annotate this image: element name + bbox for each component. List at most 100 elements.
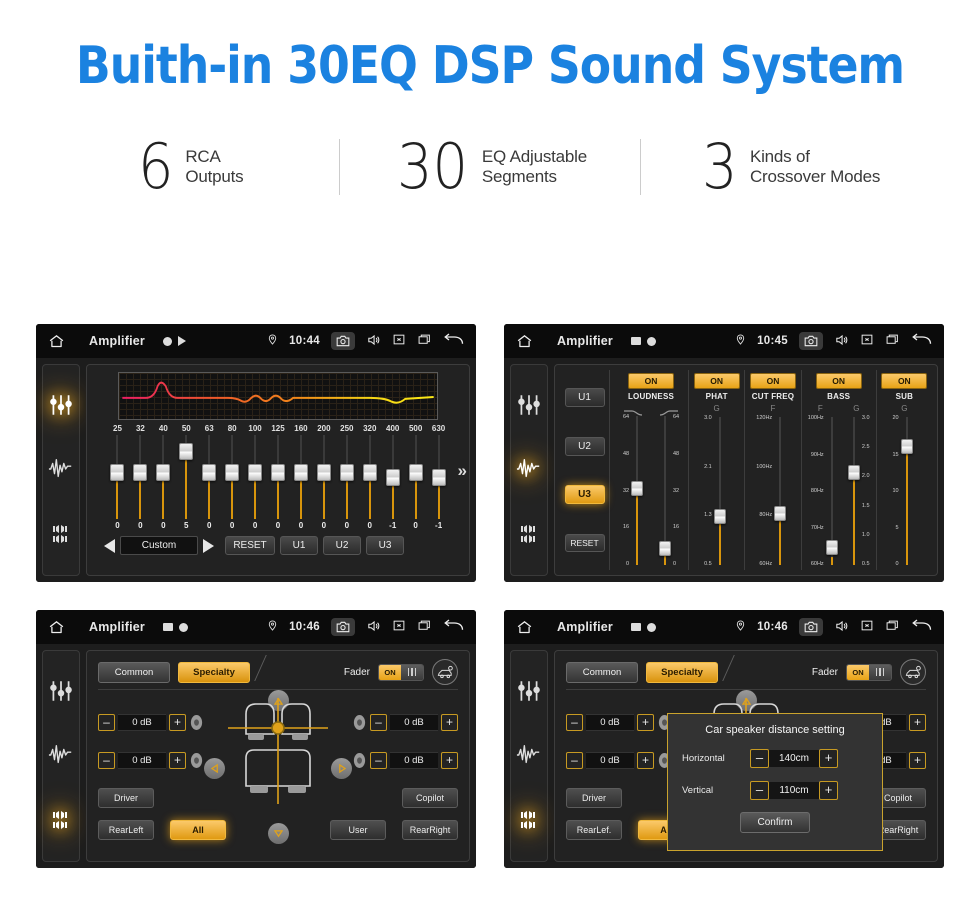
minus-button[interactable]: – — [370, 752, 387, 769]
seat-all-button[interactable]: All — [170, 820, 226, 840]
seat-driver-button[interactable]: Driver — [566, 788, 622, 808]
seat-driver-button[interactable]: Driver — [98, 788, 154, 808]
minus-button[interactable]: – — [566, 714, 583, 731]
fader-toggle[interactable]: ON — [846, 663, 892, 681]
camera-icon[interactable] — [331, 618, 355, 636]
recents-icon[interactable] — [417, 619, 432, 635]
confirm-button[interactable]: Confirm — [740, 812, 810, 833]
back-arrow-icon[interactable] — [443, 332, 464, 350]
seat-copilot-button[interactable]: Copilot — [402, 788, 458, 808]
plus-button[interactable]: + — [637, 752, 654, 769]
home-icon[interactable] — [48, 619, 65, 636]
preset-u1-button[interactable]: U1 — [564, 387, 605, 407]
eq-band[interactable]: 0 — [267, 435, 290, 531]
plus-button[interactable]: + — [441, 714, 458, 731]
car-settings-icon[interactable] — [900, 659, 926, 685]
equalizer-sliders-icon[interactable] — [48, 678, 74, 704]
back-arrow-icon[interactable] — [911, 332, 932, 350]
loudness-slider-high[interactable]: 64 48 32 16 0 — [658, 414, 679, 567]
horizontal-stepper[interactable]: – 140cm + — [750, 749, 838, 768]
cutfreq-slider[interactable]: 120Hz 100Hz 80Hz 60Hz — [756, 415, 789, 567]
fader-balance-icon[interactable] — [516, 808, 542, 834]
nav-right-button[interactable] — [331, 758, 352, 779]
plus-button[interactable]: + — [819, 749, 838, 768]
eq-band[interactable]: 0 — [335, 435, 358, 531]
volume-icon[interactable] — [366, 619, 381, 636]
loudness-slider-low[interactable]: 64 48 32 16 0 — [623, 414, 644, 567]
eq-band[interactable]: 0 — [244, 435, 267, 531]
chevron-double-right-icon[interactable]: » — [458, 461, 467, 481]
reset-button[interactable]: RESET — [564, 534, 605, 553]
eq-band[interactable]: 0 — [290, 435, 313, 531]
equalizer-sliders-icon[interactable] — [48, 392, 74, 418]
eq-band[interactable]: 0 — [358, 435, 381, 531]
tab-specialty[interactable]: Specialty — [646, 661, 718, 683]
volume-icon[interactable] — [834, 333, 849, 350]
car-settings-icon[interactable] — [432, 659, 458, 685]
eq-band[interactable]: -1 — [381, 435, 404, 531]
equalizer-sliders-icon[interactable] — [516, 678, 542, 704]
tab-common[interactable]: Common — [566, 661, 638, 683]
minus-button[interactable]: – — [750, 781, 769, 800]
eq-band[interactable]: 0 — [106, 435, 129, 531]
waveform-icon[interactable] — [48, 457, 74, 483]
fader-balance-icon[interactable] — [48, 522, 74, 548]
next-arrow-icon[interactable] — [203, 538, 214, 553]
recents-icon[interactable] — [885, 333, 900, 349]
vertical-stepper[interactable]: – 110cm + — [750, 781, 838, 800]
sub-on-button[interactable]: ON — [881, 373, 928, 389]
eq-band[interactable]: 0 — [312, 435, 335, 531]
home-icon[interactable] — [48, 333, 65, 350]
volume-icon[interactable] — [834, 619, 849, 636]
plus-button[interactable]: + — [819, 781, 838, 800]
back-arrow-icon[interactable] — [443, 618, 464, 636]
preset-u1-button[interactable]: U1 — [280, 536, 318, 555]
car-seat-map[interactable] — [226, 696, 330, 822]
equalizer-sliders-icon[interactable] — [516, 392, 542, 418]
minus-button[interactable]: – — [370, 714, 387, 731]
tab-common[interactable]: Common — [98, 661, 170, 683]
sub-gain-slider[interactable]: 20 15 10 5 0 — [892, 415, 916, 567]
close-box-icon[interactable] — [392, 333, 406, 349]
camera-icon[interactable] — [799, 618, 823, 636]
close-box-icon[interactable] — [860, 619, 874, 635]
close-box-icon[interactable] — [860, 333, 874, 349]
recents-icon[interactable] — [885, 619, 900, 635]
camera-icon[interactable] — [799, 332, 823, 350]
plus-button[interactable]: + — [169, 714, 186, 731]
bass-gain-slider[interactable]: 3.0 2.5 2.0 1.5 1.0 0.5 — [847, 415, 870, 567]
plus-button[interactable]: + — [441, 752, 458, 769]
eq-band[interactable]: 0 — [221, 435, 244, 531]
seat-rearleft-button[interactable]: RearLeft — [98, 820, 154, 840]
eq-band[interactable]: 0 — [404, 435, 427, 531]
phat-on-button[interactable]: ON — [693, 373, 740, 389]
seat-rearright-button[interactable]: RearRight — [402, 820, 458, 840]
home-icon[interactable] — [516, 333, 533, 350]
minus-button[interactable]: – — [98, 752, 115, 769]
home-icon[interactable] — [516, 619, 533, 636]
waveform-icon[interactable] — [516, 743, 542, 769]
back-arrow-icon[interactable] — [911, 618, 932, 636]
preset-u2-button[interactable]: U2 — [564, 436, 605, 456]
fader-balance-icon[interactable] — [516, 522, 542, 548]
bass-on-button[interactable]: ON — [815, 373, 862, 389]
plus-button[interactable]: + — [169, 752, 186, 769]
preset-u2-button[interactable]: U2 — [323, 536, 361, 555]
plus-button[interactable]: + — [637, 714, 654, 731]
camera-icon[interactable] — [331, 332, 355, 350]
minus-button[interactable]: – — [750, 749, 769, 768]
seat-rearleft-button[interactable]: RearLef. — [566, 820, 622, 840]
close-box-icon[interactable] — [392, 619, 406, 635]
prev-arrow-icon[interactable] — [104, 538, 115, 553]
nav-left-button[interactable] — [204, 758, 225, 779]
waveform-icon[interactable] — [516, 457, 542, 483]
plus-button[interactable]: + — [909, 752, 926, 769]
seat-user-button[interactable]: User — [330, 820, 386, 840]
eq-band[interactable]: 0 — [198, 435, 221, 531]
eq-band[interactable]: 0 — [129, 435, 152, 531]
preset-u3-button[interactable]: U3 — [564, 485, 605, 505]
volume-icon[interactable] — [366, 333, 381, 350]
eq-band[interactable]: 0 — [152, 435, 175, 531]
phat-gain-slider[interactable]: 3.0 2.1 1.3 0.5 — [704, 415, 729, 567]
preset-u3-button[interactable]: U3 — [366, 536, 404, 555]
